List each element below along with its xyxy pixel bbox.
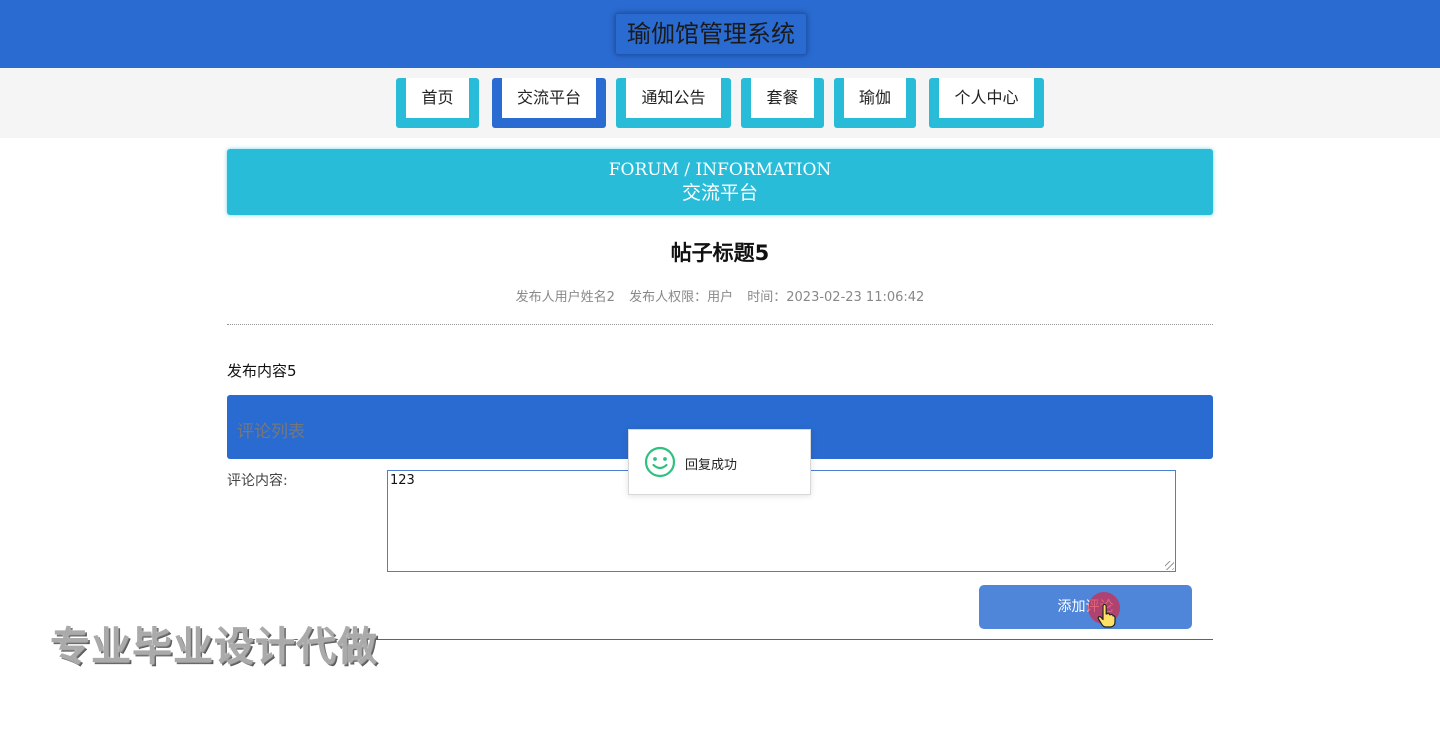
- smile-icon: [644, 446, 676, 478]
- nav-item-label: 通知公告: [626, 78, 721, 118]
- post-content: 发布内容5: [227, 362, 297, 380]
- watermark: 专业毕业设计代做: [50, 624, 378, 670]
- success-toast: 回复成功: [628, 429, 811, 495]
- post-meta: 发布人用户姓名2 发布人权限：用户 时间：2023-02-23 11:06:42: [227, 286, 1213, 305]
- nav-item-label: 个人中心: [939, 78, 1034, 118]
- nav-item-label: 交流平台: [502, 78, 596, 118]
- post-author: 发布人用户姓名2: [515, 290, 615, 305]
- banner-title-en: FORUM / INFORMATION: [608, 160, 832, 180]
- nav-item-yoga[interactable]: 瑜伽: [834, 78, 916, 128]
- post-permission: 发布人权限：用户: [629, 290, 734, 305]
- hand-cursor-icon: [1097, 604, 1116, 628]
- main-nav: 首页 交流平台 通知公告 套餐 瑜伽 个人中心: [0, 68, 1440, 138]
- post-time: 时间：2023-02-23 11:06:42: [747, 290, 925, 305]
- add-comment-button[interactable]: 添加评论: [979, 585, 1192, 629]
- app-title: 瑜伽馆管理系统: [615, 13, 807, 55]
- resize-handle-icon[interactable]: [1165, 561, 1174, 570]
- nav-item-profile[interactable]: 个人中心: [929, 78, 1044, 128]
- nav-item-label: 首页: [406, 78, 469, 118]
- nav-item-packages[interactable]: 套餐: [741, 78, 824, 128]
- nav-item-home[interactable]: 首页: [396, 78, 479, 128]
- divider: [227, 324, 1213, 325]
- nav-item-label: 瑜伽: [844, 78, 906, 118]
- top-header: 瑜伽馆管理系统: [0, 0, 1440, 68]
- nav-item-forum[interactable]: 交流平台: [492, 78, 606, 128]
- post-title: 帖子标题5: [670, 241, 770, 265]
- toast-message: 回复成功: [685, 458, 738, 473]
- nav-item-label: 套餐: [751, 78, 814, 118]
- banner-title-cn: 交流平台: [681, 182, 758, 204]
- comment-field-label: 评论内容:: [227, 473, 288, 489]
- comments-header-label: 评论列表: [237, 422, 305, 442]
- section-banner: FORUM / INFORMATION 交流平台: [227, 149, 1213, 215]
- nav-item-notices[interactable]: 通知公告: [616, 78, 731, 128]
